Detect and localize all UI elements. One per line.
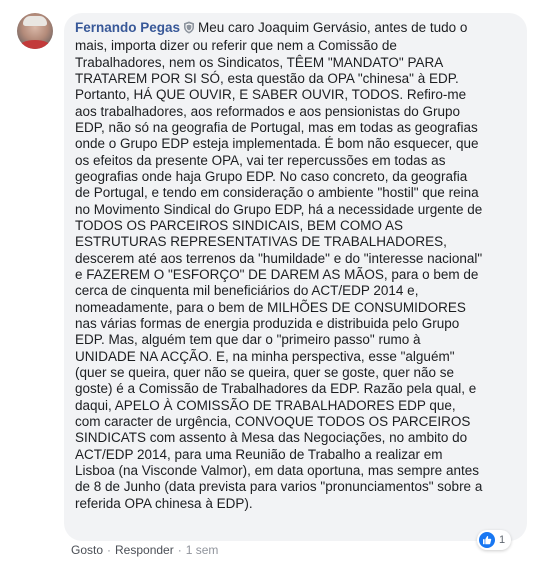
thumbs-up-icon: [479, 532, 495, 548]
like-link[interactable]: Gosto: [71, 543, 103, 557]
reaction-count: 1: [499, 534, 506, 546]
reply-link[interactable]: Responder: [115, 543, 174, 557]
separator: ·: [177, 543, 182, 557]
reaction-summary[interactable]: 1: [477, 530, 512, 550]
avatar-shirt: [19, 40, 51, 49]
avatar-hair: [23, 16, 47, 26]
comment-bubble: Fernando Pegas Meu caro Joaquim Gervásio,…: [64, 13, 527, 541]
shield-icon: [183, 21, 195, 38]
comment-actions: Gosto · Responder · 1 sem: [71, 543, 218, 557]
comment-text: Fernando Pegas Meu caro Joaquim Gervásio,…: [75, 20, 515, 512]
separator: ·: [107, 543, 112, 557]
comment-body: Meu caro Joaquim Gervásio, antes de tudo…: [75, 20, 483, 511]
comment-timestamp[interactable]: 1 sem: [186, 543, 219, 557]
author-avatar[interactable]: [17, 13, 53, 49]
author-name-link[interactable]: Fernando Pegas: [75, 20, 180, 35]
